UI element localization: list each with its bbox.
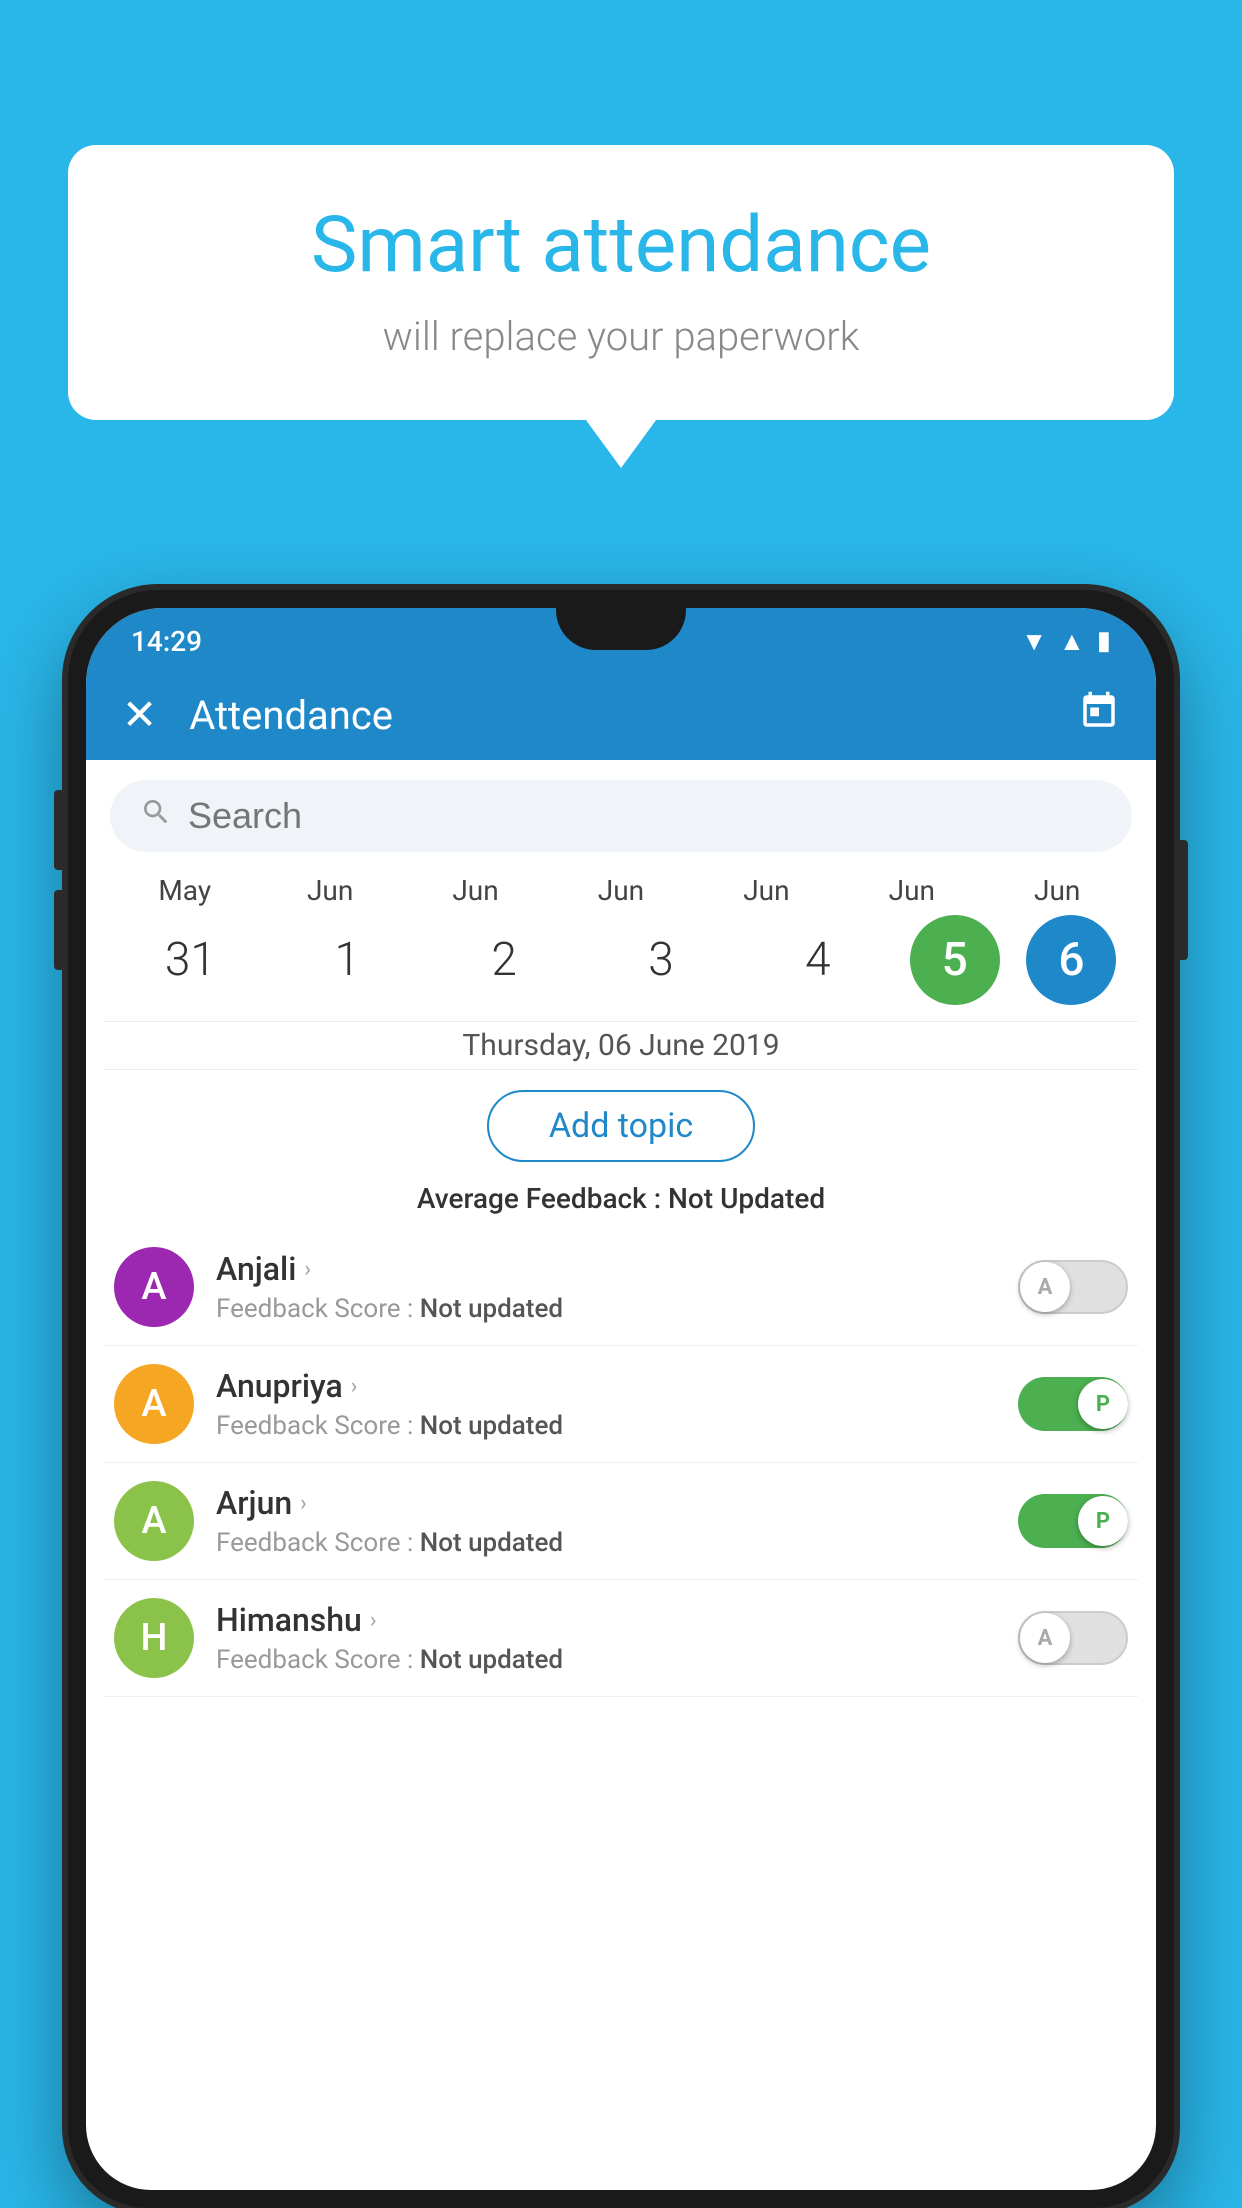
student-item-himanshu[interactable]: H Himanshu › Feedback Score : Not update… xyxy=(104,1580,1138,1697)
selected-date-label: Thursday, 06 June 2019 xyxy=(104,1021,1138,1070)
attendance-toggle-arjun[interactable]: P xyxy=(1018,1494,1128,1548)
chevron-icon: › xyxy=(370,1608,377,1633)
wifi-icon: ▼ xyxy=(1021,626,1047,657)
avg-feedback-value: Not Updated xyxy=(668,1182,825,1215)
toggle-knob-anupriya: P xyxy=(1078,1379,1128,1429)
month-4: Jun xyxy=(701,874,831,907)
toggle-himanshu[interactable]: A xyxy=(1018,1611,1128,1665)
add-topic-container: Add topic xyxy=(86,1070,1156,1182)
avatar-anupriya: A xyxy=(114,1364,194,1444)
avatar-himanshu: H xyxy=(114,1598,194,1678)
attendance-toggle-anupriya[interactable]: P xyxy=(1018,1377,1128,1431)
month-6: Jun xyxy=(992,874,1122,907)
student-item-arjun[interactable]: A Arjun › Feedback Score : Not updated P xyxy=(104,1463,1138,1580)
student-name-anupriya[interactable]: Anupriya › xyxy=(216,1367,996,1405)
add-topic-button[interactable]: Add topic xyxy=(487,1090,755,1162)
speech-bubble-subtitle: will replace your paperwork xyxy=(128,313,1114,360)
search-bar[interactable] xyxy=(110,780,1132,852)
battery-icon: ▮ xyxy=(1097,626,1111,656)
student-name-himanshu[interactable]: Himanshu › xyxy=(216,1601,996,1639)
speech-bubble-title: Smart attendance xyxy=(128,200,1114,291)
app-bar-title: Attendance xyxy=(189,692,1078,739)
month-row: May Jun Jun Jun Jun Jun Jun xyxy=(104,874,1138,907)
chevron-icon: › xyxy=(300,1491,307,1516)
day-4[interactable]: 4 xyxy=(753,933,883,987)
chevron-icon: › xyxy=(304,1257,311,1282)
student-feedback-himanshu: Feedback Score : Not updated xyxy=(216,1645,996,1675)
toggle-arjun[interactable]: P xyxy=(1018,1494,1128,1548)
calendar-icon[interactable] xyxy=(1078,690,1120,741)
avg-feedback: Average Feedback : Not Updated xyxy=(86,1182,1156,1229)
search-icon xyxy=(140,796,172,837)
student-info-himanshu: Himanshu › Feedback Score : Not updated xyxy=(216,1601,996,1675)
day-row[interactable]: 31 1 2 3 4 5 6 xyxy=(104,907,1138,1021)
avatar-anjali: A xyxy=(114,1247,194,1327)
day-6-selected[interactable]: 6 xyxy=(1026,915,1116,1005)
avg-feedback-label: Average Feedback : xyxy=(417,1182,661,1215)
phone-frame: 14:29 ▼ ▲ ▮ ✕ Attendance xyxy=(68,590,1174,2208)
volume-up-button xyxy=(54,790,64,870)
day-5-today[interactable]: 5 xyxy=(910,915,1000,1005)
phone-screen: 14:29 ▼ ▲ ▮ ✕ Attendance xyxy=(86,608,1156,2190)
phone-notch xyxy=(556,608,686,650)
speech-bubble-container: Smart attendance will replace your paper… xyxy=(68,145,1174,420)
toggle-knob-arjun: P xyxy=(1078,1496,1128,1546)
student-name-arjun[interactable]: Arjun › xyxy=(216,1484,996,1522)
toggle-anupriya[interactable]: P xyxy=(1018,1377,1128,1431)
student-name-anjali[interactable]: Anjali › xyxy=(216,1250,996,1288)
power-button xyxy=(1178,840,1188,960)
attendance-toggle-anjali[interactable]: A xyxy=(1018,1260,1128,1314)
student-info-anjali: Anjali › Feedback Score : Not updated xyxy=(216,1250,996,1324)
toggle-knob-anjali: A xyxy=(1020,1262,1070,1312)
chevron-icon: › xyxy=(351,1374,358,1399)
search-input[interactable] xyxy=(188,795,1102,837)
attendance-toggle-himanshu[interactable]: A xyxy=(1018,1611,1128,1665)
day-1[interactable]: 1 xyxy=(282,933,412,987)
student-list: A Anjali › Feedback Score : Not updated … xyxy=(86,1229,1156,1697)
student-item-anjali[interactable]: A Anjali › Feedback Score : Not updated … xyxy=(104,1229,1138,1346)
month-3: Jun xyxy=(556,874,686,907)
month-0: May xyxy=(120,874,250,907)
month-5: Jun xyxy=(847,874,977,907)
month-2: Jun xyxy=(411,874,541,907)
speech-bubble: Smart attendance will replace your paper… xyxy=(68,145,1174,420)
student-item-anupriya[interactable]: A Anupriya › Feedback Score : Not update… xyxy=(104,1346,1138,1463)
volume-down-button xyxy=(54,890,64,970)
date-strip: May Jun Jun Jun Jun Jun Jun 31 1 2 3 4 5… xyxy=(86,864,1156,1021)
status-time: 14:29 xyxy=(131,625,202,658)
student-feedback-anupriya: Feedback Score : Not updated xyxy=(216,1411,996,1441)
student-info-arjun: Arjun › Feedback Score : Not updated xyxy=(216,1484,996,1558)
student-feedback-arjun: Feedback Score : Not updated xyxy=(216,1528,996,1558)
day-31[interactable]: 31 xyxy=(125,933,255,987)
avatar-arjun: A xyxy=(114,1481,194,1561)
day-2[interactable]: 2 xyxy=(439,933,569,987)
status-icons: ▼ ▲ ▮ xyxy=(1021,626,1111,657)
day-3[interactable]: 3 xyxy=(596,933,726,987)
toggle-knob-himanshu: A xyxy=(1020,1613,1070,1663)
close-button[interactable]: ✕ xyxy=(122,690,157,740)
signal-icon: ▲ xyxy=(1059,626,1085,657)
student-info-anupriya: Anupriya › Feedback Score : Not updated xyxy=(216,1367,996,1441)
toggle-anjali[interactable]: A xyxy=(1018,1260,1128,1314)
app-bar: ✕ Attendance xyxy=(86,670,1156,760)
month-1: Jun xyxy=(265,874,395,907)
student-feedback-anjali: Feedback Score : Not updated xyxy=(216,1294,996,1324)
